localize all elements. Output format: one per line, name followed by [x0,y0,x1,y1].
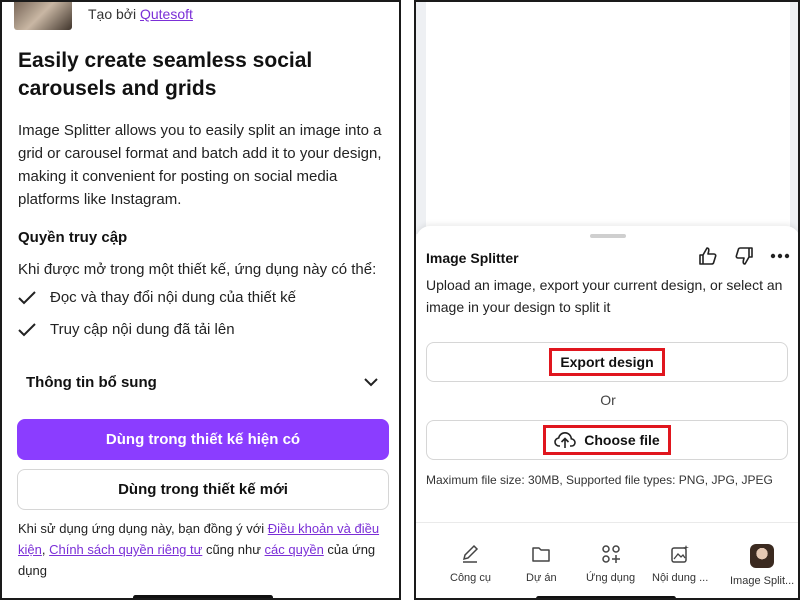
sheet-drag-handle[interactable] [590,234,626,238]
nav-item-apps[interactable]: Ứng dụng [586,544,635,584]
copyright-link[interactable]: các quyền [265,542,324,557]
app-thumbnail [14,2,72,30]
nav-item-image-splitter[interactable]: Image Split... [730,544,794,587]
check-icon [18,322,36,336]
choose-file-button[interactable]: Choose file [426,420,788,460]
legal-mid: cũng như [202,542,265,557]
nav-label: Công cụ [450,572,491,584]
creator-line: Tạo bởi Qutesoft [88,6,193,22]
creator-link[interactable]: Qutesoft [140,6,193,22]
legal-notice: Khi sử dụng ứng dụng này, bạn đồng ý với… [18,518,390,581]
choose-file-label: Choose file [584,432,660,448]
folder-icon [532,547,551,562]
more-info-toggle[interactable]: Thông tin bổ sung [18,362,386,402]
use-in-new-design-button[interactable]: Dùng trong thiết kế mới [17,469,389,510]
more-icon[interactable] [770,253,790,259]
creator-prefix: Tạo bởi [88,6,137,22]
export-design-button[interactable]: Export design [426,342,788,382]
chevron-down-icon [364,377,378,386]
pen-icon [463,544,479,563]
app-description: Image Splitter allows you to easily spli… [18,122,382,208]
apps-icon [601,545,620,563]
permission-label: Truy cập nội dung đã tải lên [50,321,235,338]
access-title: Quyền truy cập [18,229,128,246]
home-indicator [133,595,273,598]
permission-item: Truy cập nội dung đã tải lên [18,321,235,338]
permission-item: Đọc và thay đổi nội dung của thiết kế [18,289,296,306]
check-icon [18,290,36,304]
highlight-box: Choose file [543,425,671,455]
thumbs-up-icon[interactable] [698,246,718,266]
highlight-box: Export design [549,348,665,376]
more-info-label: Thông tin bổ sung [26,373,157,391]
image-magic-icon [671,545,690,563]
design-canvas[interactable] [426,2,790,230]
export-design-label: Export design [560,354,654,370]
app-headline: Easily create seamless social carousels … [18,49,313,100]
nav-label: Nội dung ... [652,572,709,584]
nav-item-projects[interactable]: Dự án [526,544,557,584]
legal-prefix: Khi sử dụng ứng dụng này, bạn đồng ý với [18,521,268,536]
nav-item-content[interactable]: Nội dung ... [652,544,708,584]
sheet-actions [698,246,790,266]
file-limits-note: Maximum file size: 30MB, Supported file … [426,473,773,487]
upload-cloud-icon [554,431,577,448]
access-intro: Khi được mở trong một thiết kế, ứng dụng… [18,261,377,278]
or-separator: Or [600,392,616,408]
nav-label: Ứng dụng [586,572,636,584]
app-detail-panel: Tạo bởi Qutesoft Easily create seamless … [0,0,401,600]
bottom-navigation: Công cụ Dự án Ứng dụng Nội dung ... Imag… [416,532,798,598]
nav-label: Image Split... [730,575,795,587]
editor-panel: Image Splitter Upload an image, export y… [414,0,800,600]
app-description: Upload an image, export your current des… [426,277,783,315]
app-avatar [750,544,775,568]
legal-sep: , [41,542,50,557]
nav-item-tools[interactable]: Công cụ [450,544,491,584]
privacy-link[interactable]: Chính sách quyền riêng tư [49,542,202,557]
sheet-divider [416,522,798,523]
app-title: Image Splitter [426,250,519,266]
use-in-current-design-button[interactable]: Dùng trong thiết kế hiện có [17,419,389,460]
thumbs-down-icon[interactable] [734,246,754,266]
nav-edge-fragment [420,580,423,592]
permission-label: Đọc và thay đổi nội dung của thiết kế [50,289,296,306]
nav-label: Dự án [526,572,557,584]
home-indicator [536,596,676,598]
